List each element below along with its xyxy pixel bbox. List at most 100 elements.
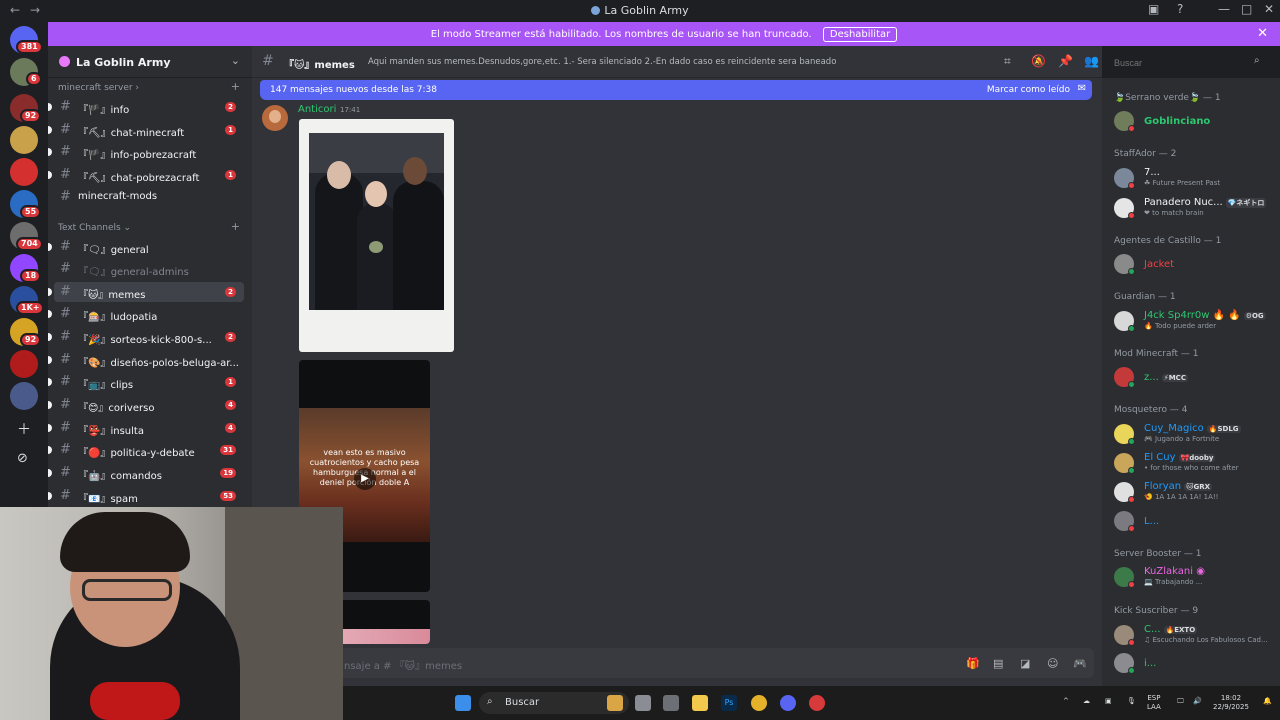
file-explorer-icon[interactable] [692,695,708,711]
server-icon[interactable] [10,350,38,378]
channel-ludopatia[interactable]: # 『🎰』ludopatia [48,304,244,324]
server-icon[interactable] [10,126,38,154]
onedrive-icon[interactable]: ☁ [1083,697,1090,706]
mute-bell-icon[interactable]: 🔕 [1031,54,1046,68]
channel-coriverso[interactable]: # 『😊』coriverso 4 [48,395,244,415]
member-item[interactable]: Jacket [1114,252,1276,276]
member-status-text: 💻 Trabajando ... [1144,578,1203,586]
channel-memes[interactable]: # 『🐱』memes 2 [48,282,244,302]
maximize-icon[interactable]: □ [1241,2,1252,16]
channel-general[interactable]: # 『🗨』general [48,237,244,257]
guild-tag: 🔥SDLG [1206,425,1241,433]
member-item[interactable]: Panadero Nuc... 💎ネギトロ ❤ to match brain [1114,196,1276,220]
member-item[interactable]: z... ⚡MCC [1114,365,1276,389]
disable-streamer-button[interactable]: Deshabilitar [822,27,898,42]
member-item[interactable]: L... [1114,509,1276,533]
channel-sorteos[interactable]: # 『🎉』sorteos-kick-800-s... 2 [48,327,244,347]
add-server-icon[interactable]: ＋ [17,419,31,439]
channel-disenos-polos[interactable]: # 『🎨』diseños-polos-beluga-ar... [48,350,244,370]
message-author[interactable]: Anticori [298,104,336,115]
image-attachment[interactable] [299,119,454,352]
member-item[interactable]: 7... ☘ Future Present Past [1114,166,1276,190]
language-indicator[interactable]: ESP LAA [1147,694,1161,712]
gift-icon[interactable]: 🎁 [966,657,980,670]
add-channel-icon[interactable]: + [231,220,240,233]
member-item[interactable]: C... 🔥EXTO ♫ Escuchando Los Fabulosos Cad… [1114,623,1276,647]
channel-info-pobrezacraft[interactable]: # 『🏴』info-pobrezacraft [48,142,244,162]
server-header[interactable]: La Goblin Army ⌄ [48,46,252,78]
play-icon[interactable]: ▶ [354,468,376,490]
channel-chat-minecraft[interactable]: # 『⛏』chat-minecraft 1 [48,120,244,140]
avatar[interactable] [262,105,288,131]
activities-icon[interactable]: 🎮 [1073,657,1087,670]
member-item[interactable]: Cuy_Magico 🔥SDLG 🎮 Jugando a Fortnite [1114,422,1276,446]
photoshop-icon[interactable]: Ps [721,695,737,711]
unread-indicator [48,401,52,409]
hash-icon: # [60,488,71,503]
member-item[interactable]: J4ck Sp4rr0w 🔥 🔥 ⚙OG 🔥 Todo puede arder [1114,309,1276,333]
app-icon[interactable] [663,695,679,711]
pin-icon[interactable]: 📌 [1058,54,1073,68]
server-icon[interactable] [10,158,38,186]
member-item[interactable]: Floryan 🐱GRX 🍤 1A 1A 1A 1A! 1A!! [1114,480,1276,504]
server-icon[interactable] [10,382,38,410]
member-list-icon[interactable]: 👥 [1084,54,1099,68]
network-icon[interactable]: 🖵 [1177,697,1184,706]
discord-icon[interactable] [780,695,796,711]
hash-icon: # [60,306,71,321]
member-item[interactable]: El Cuy 🎀dooby • for those who come after [1114,451,1276,475]
new-messages-bar[interactable]: 147 mensajes nuevos desde las 7:38 Marca… [260,80,1092,100]
status-online-icon [1128,438,1135,445]
mention-badge: 2 [225,332,236,342]
channel-comandos[interactable]: # 『🤖』comandos 19 [48,463,244,483]
add-channel-icon[interactable]: + [231,80,240,93]
app-icon[interactable] [809,695,825,711]
channel-general-admins[interactable]: # 『🗨』general-admins [54,259,244,279]
channel-insulta[interactable]: # 『👺』insulta 4 [48,418,244,438]
category-text-channels[interactable]: Text Channels ⌄ [58,223,131,233]
member-item[interactable]: i... [1114,651,1276,675]
emoji-icon[interactable]: ☺ [1047,657,1058,670]
server-badge: 6 [26,72,42,86]
notifications-icon[interactable]: 🔔 [1263,697,1272,706]
task-view-icon[interactable] [635,695,651,711]
channel-chat-pobrezacraft[interactable]: # 『⛏』chat-pobrezacraft 1 [48,165,244,185]
clock-time: 18:02 [1220,694,1242,702]
gif-icon[interactable]: ▤ [993,657,1003,670]
member-name: z... ⚡MCC [1144,372,1188,383]
minimize-icon[interactable]: — [1218,2,1230,16]
channel-politica-y-debate[interactable]: # 『🔴』politica-y-debate 31 [48,440,244,460]
channel-spam[interactable]: # 『📧』spam 53 [48,486,244,506]
tray-app-icon[interactable]: ▣ [1105,697,1112,706]
category-minecraft[interactable]: minecraft server › [58,83,139,93]
member-item[interactable]: KuZlakani ◉ 💻 Trabajando ... [1114,565,1276,589]
volume-icon[interactable]: 🔊 [1193,697,1202,706]
hash-icon: # [60,261,71,276]
windows-start-icon[interactable] [455,695,471,711]
channel-minecraft-mods[interactable]: # minecraft-mods [54,187,244,207]
clock[interactable]: 18:02 22/9/2025 [1213,694,1249,712]
server-badge-icon [59,56,70,67]
microphone-icon[interactable]: 🎙 [1127,697,1136,706]
member-name-text: C... [1144,624,1161,635]
channel-clips[interactable]: # 『📺』clips 1 [48,372,244,392]
member-name: Jacket [1144,259,1175,270]
channel-info[interactable]: # 『🏴』info 2 [48,97,244,117]
close-window-icon[interactable]: ✕ [1264,2,1274,16]
chevron-up-icon[interactable]: ^ [1063,697,1069,706]
message-composer[interactable]: nsaje a # 『🐱』memes 🎁 ▤ ◪ ☺ 🎮 [260,648,1094,678]
close-icon[interactable]: ✕ [1257,26,1268,41]
sticker-icon[interactable]: ◪ [1020,657,1030,670]
threads-icon[interactable]: ⌗ [1004,54,1011,69]
discover-icon[interactable]: ⊘ [17,451,28,466]
mark-as-read-button[interactable]: Marcar como leído [987,85,1070,95]
language-variant: LAA [1147,703,1161,711]
search-input[interactable] [1108,53,1268,72]
widgets-icon[interactable] [607,695,623,711]
chrome-icon[interactable] [751,695,767,711]
member-item[interactable]: Goblinciano [1114,109,1276,133]
inbox-icon[interactable]: ▣ [1148,2,1159,16]
help-icon[interactable]: ? [1177,2,1183,16]
channel-topic[interactable]: Aqui manden sus memes.Desnudos,gore,etc.… [368,57,836,67]
hash-icon: # [60,122,71,137]
